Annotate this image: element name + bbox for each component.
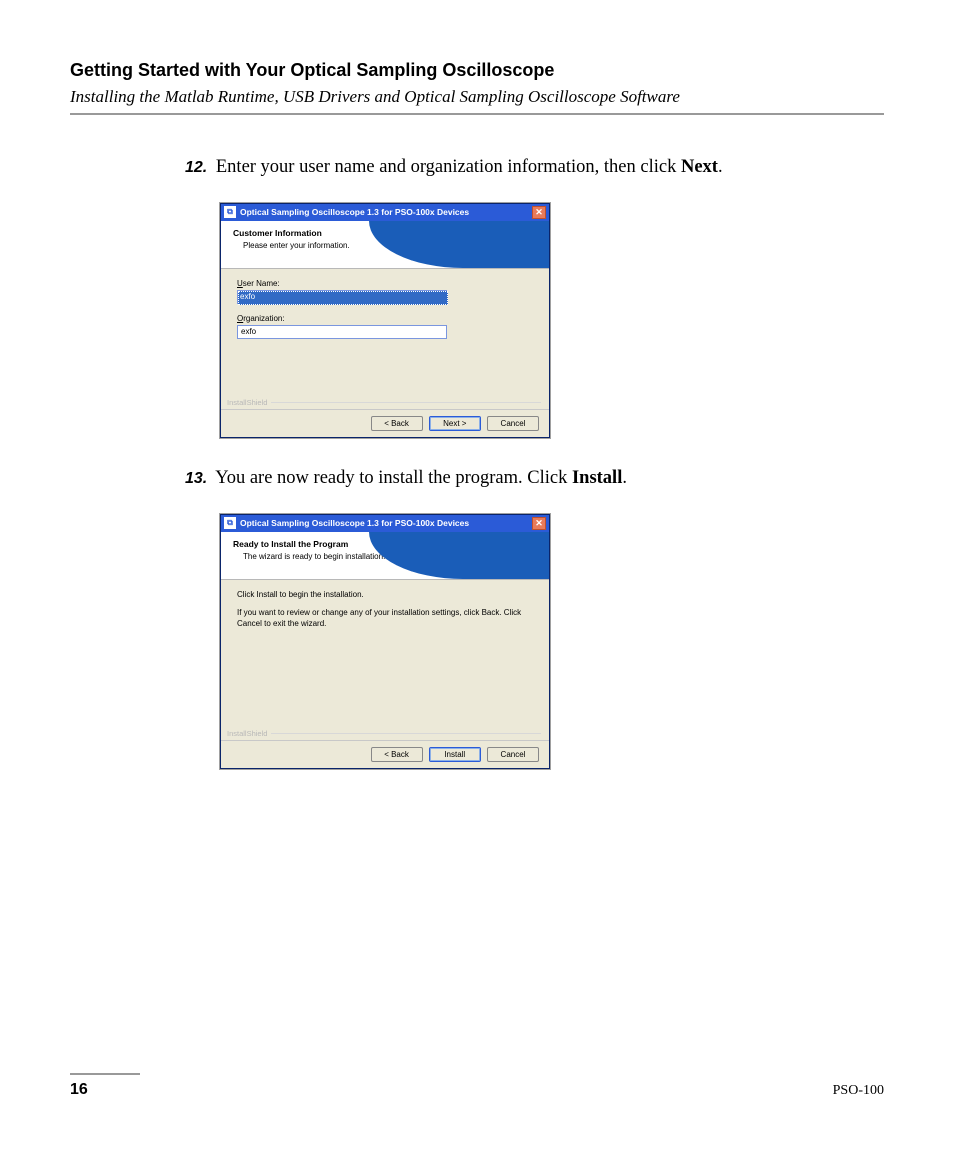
close-icon[interactable]: ✕ xyxy=(532,206,546,219)
next-button[interactable]: Next > xyxy=(429,416,481,431)
installshield-label: InstallShield xyxy=(227,729,541,738)
header-rule xyxy=(70,113,884,115)
cancel-button[interactable]: Cancel xyxy=(487,747,539,762)
dialog-ready-install: ⧉ Optical Sampling Oscilloscope 1.3 for … xyxy=(220,514,884,769)
installer-icon: ⧉ xyxy=(224,517,236,529)
banner-title: Customer Information xyxy=(221,221,549,241)
organization-label: Organization: xyxy=(237,314,533,323)
back-button[interactable]: < Back xyxy=(371,747,423,762)
step-bold: Install xyxy=(572,468,622,488)
username-input[interactable]: exfo xyxy=(237,290,447,304)
organization-input[interactable]: exfo xyxy=(237,325,447,339)
titlebar: ⧉ Optical Sampling Oscilloscope 1.3 for … xyxy=(221,515,549,532)
product-code: PSO-100 xyxy=(833,1083,884,1099)
installer-icon: ⧉ xyxy=(224,206,236,218)
banner-subtitle: Please enter your information. xyxy=(221,241,549,250)
step-text-tail: . xyxy=(622,468,627,488)
window-title: Optical Sampling Oscilloscope 1.3 for PS… xyxy=(240,207,469,217)
step-text-tail: . xyxy=(718,157,723,177)
step-number: 13. xyxy=(185,470,207,487)
back-button[interactable]: < Back xyxy=(371,416,423,431)
footer-rule xyxy=(70,1073,140,1075)
dialog-banner: Ready to Install the Program The wizard … xyxy=(221,532,549,580)
step-13: 13. You are now ready to install the pro… xyxy=(185,466,884,492)
installshield-label: InstallShield xyxy=(227,398,541,407)
button-row: < Back Install Cancel xyxy=(221,740,549,768)
body-line-1: Click Install to begin the installation. xyxy=(237,590,533,600)
window-title: Optical Sampling Oscilloscope 1.3 for PS… xyxy=(240,518,469,528)
install-button[interactable]: Install xyxy=(429,747,481,762)
button-row: < Back Next > Cancel xyxy=(221,409,549,437)
titlebar: ⧉ Optical Sampling Oscilloscope 1.3 for … xyxy=(221,204,549,221)
step-text: Enter your user name and organization in… xyxy=(216,157,681,177)
step-text: You are now ready to install the program… xyxy=(215,468,572,488)
page-footer: 16 PSO-100 xyxy=(70,1073,884,1099)
dialog-banner: Customer Information Please enter your i… xyxy=(221,221,549,269)
close-icon[interactable]: ✕ xyxy=(532,517,546,530)
dialog-customer-info: ⧉ Optical Sampling Oscilloscope 1.3 for … xyxy=(220,203,884,438)
step-bold: Next xyxy=(681,157,718,177)
cancel-button[interactable]: Cancel xyxy=(487,416,539,431)
body-line-2: If you want to review or change any of y… xyxy=(237,608,533,629)
banner-subtitle: The wizard is ready to begin installatio… xyxy=(221,552,549,561)
page-number: 16 xyxy=(70,1081,88,1099)
banner-title: Ready to Install the Program xyxy=(221,532,549,552)
step-number: 12. xyxy=(185,159,207,176)
section-title: Installing the Matlab Runtime, USB Drive… xyxy=(70,87,884,107)
username-label: User Name: xyxy=(237,279,533,288)
step-12: 12. Enter your user name and organizatio… xyxy=(185,155,884,181)
chapter-title: Getting Started with Your Optical Sampli… xyxy=(70,60,884,81)
